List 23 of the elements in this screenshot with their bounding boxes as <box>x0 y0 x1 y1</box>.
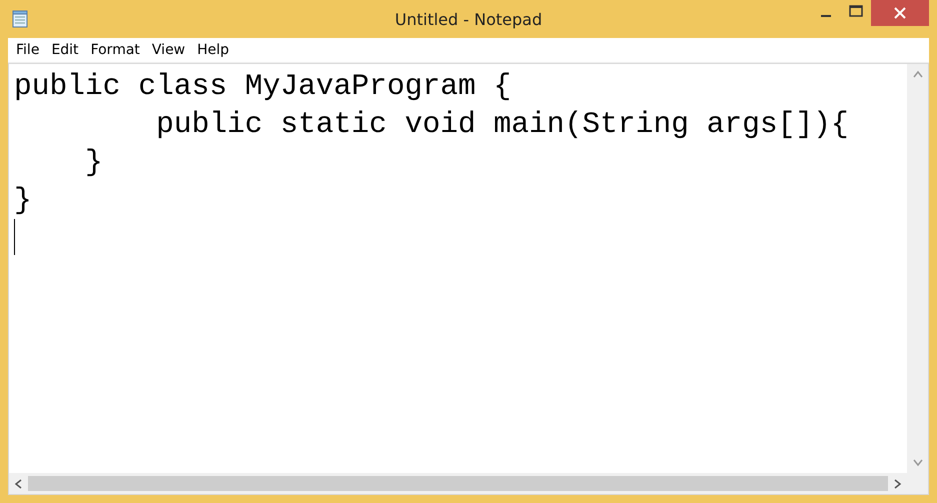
code-line: public static void main(String args[]){ <box>155 106 849 143</box>
close-icon <box>894 7 906 19</box>
minimize-icon <box>821 15 831 17</box>
code-line: } <box>84 144 103 181</box>
scroll-down-icon[interactable] <box>912 459 922 467</box>
scroll-right-icon[interactable] <box>894 478 902 488</box>
menu-item[interactable]: Format <box>84 42 146 58</box>
vertical-scrollbar[interactable] <box>907 64 928 473</box>
notepad-icon <box>12 10 28 28</box>
menu-item[interactable]: Edit <box>45 42 85 58</box>
menu-item[interactable]: Help <box>191 42 236 58</box>
window-title: Untitled - Notepad <box>394 10 542 28</box>
menu-item[interactable]: View <box>146 42 192 58</box>
horizontal-scrollbar[interactable] <box>9 473 907 494</box>
maximize-icon <box>849 5 863 17</box>
scroll-thumb[interactable] <box>28 476 888 491</box>
scroll-up-icon[interactable] <box>912 70 922 78</box>
scroll-left-icon[interactable] <box>14 478 22 488</box>
text-cursor <box>14 219 15 255</box>
close-button[interactable] <box>871 0 929 26</box>
menu-item[interactable]: File <box>10 42 46 58</box>
code-line: } <box>14 182 32 219</box>
code-line: public class MyJavaProgram { <box>14 68 512 105</box>
